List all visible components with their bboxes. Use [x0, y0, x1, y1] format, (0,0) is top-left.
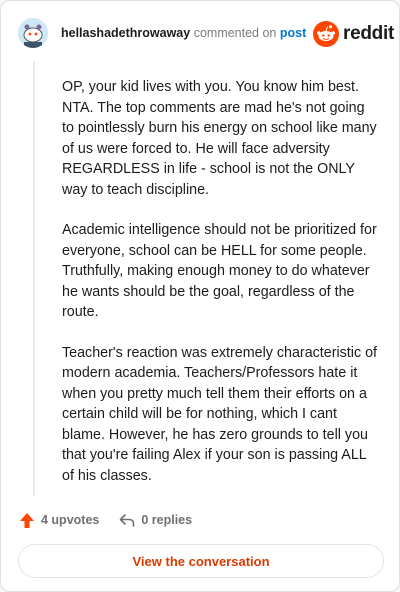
reply-arrow-icon: [120, 514, 135, 527]
reddit-brand[interactable]: reddit: [313, 21, 394, 47]
reddit-logo-icon: [313, 21, 339, 47]
username[interactable]: hellashadethrowaway: [61, 26, 190, 40]
reply-count: 0 replies: [141, 513, 193, 527]
comment-paragraph: OP, your kid lives with you. You know hi…: [62, 79, 377, 198]
comment-paragraph: Teacher's reaction was extremely charact…: [62, 344, 377, 484]
comment-paragraph: Academic intelligence should not be prio…: [62, 222, 377, 320]
comment-actions: 4 upvotes 0 replies: [19, 509, 212, 531]
upvote-arrow-icon: [20, 512, 34, 528]
comment-body: OP, your kid lives with you. You know hi…: [62, 77, 378, 506]
upvote-count: 4 upvotes: [41, 513, 100, 527]
comment-header: hellashadethrowaway commented on post re…: [1, 1, 399, 61]
post-link[interactable]: post: [280, 26, 306, 40]
action-text: commented on: [193, 26, 277, 40]
comment-card: hellashadethrowaway commented on post re…: [0, 0, 400, 592]
upvote-button[interactable]: 4 upvotes: [19, 512, 99, 529]
thread-line: [33, 61, 35, 496]
view-conversation-button[interactable]: View the conversation: [18, 544, 384, 578]
avatar[interactable]: [18, 18, 48, 48]
reply-button[interactable]: 0 replies: [119, 513, 192, 527]
reddit-wordmark: reddit: [343, 23, 394, 44]
comment-meta: hellashadethrowaway commented on post: [61, 26, 306, 40]
